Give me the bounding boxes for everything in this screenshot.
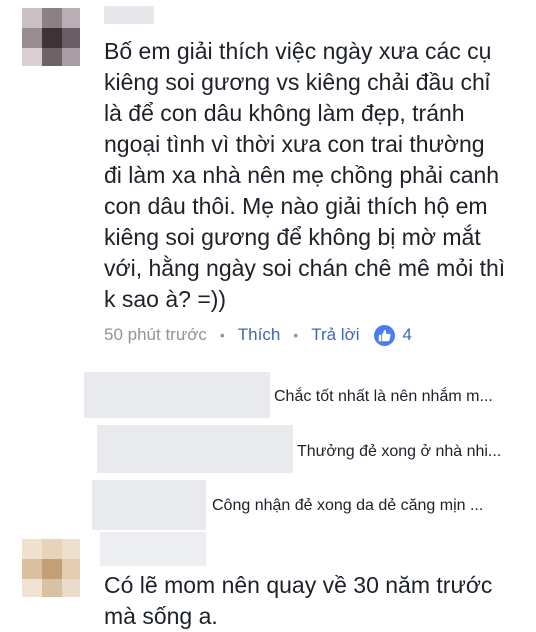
commenter-name-redacted [104,6,154,24]
thumbs-up-icon[interactable] [373,324,395,346]
comment-line: k sao à? =)) [104,286,227,312]
separator-dot: • [293,327,299,343]
comment-line: mà sống a. [104,603,218,629]
separator-dot: • [219,327,225,343]
reply-author-redacted [97,425,293,473]
last-comment-body: Có lẽ mom nên quay về 30 năm trước mà số… [104,570,524,632]
comment-line: đi làm xa nhà nên mẹ chồng phải canh [104,162,500,188]
reply-author-redacted [84,372,270,418]
commenter-avatar[interactable] [22,8,80,66]
reply-preview[interactable]: Thưởng đẻ xong ở nhà nhi... [297,443,501,461]
comment-timestamp[interactable]: 50 phút trước [104,325,207,345]
comment-line: với, hằng ngày soi chán chê mê mỏi thì [104,255,506,281]
like-count[interactable]: 4 [403,325,412,345]
like-button[interactable]: Thích [238,325,281,345]
comment-line: là để con dâu không làm đẹp, tránh [104,100,465,126]
commenter-avatar[interactable] [22,539,80,597]
reply-preview[interactable]: Công nhận đẻ xong da dẻ căng mịn ... [212,497,483,515]
comment-line: ngoại tình vì thời xưa con trai thường [104,131,485,157]
reply-preview[interactable]: Chắc tốt nhất là nên nhắm m... [274,388,493,406]
reply-author-redacted [92,480,206,530]
commenter-name-redacted [100,532,206,566]
comment-line: kiêng soi gương vs kiêng chải đầu chỉ [104,69,490,95]
comment-body: Bố em giải thích việc ngày xưa các cụ ki… [104,36,528,315]
comment-line: Có lẽ mom nên quay về 30 năm trước [104,572,493,598]
comment-line: Bố em giải thích việc ngày xưa các cụ [104,38,492,64]
comment-actions: 50 phút trước • Thích • Trả lời 4 [104,322,524,348]
comment-line: kiêng soi gương để không bị mờ mắt [104,224,481,250]
reply-button[interactable]: Trả lời [311,325,359,345]
comment-line: con dâu thôi. Mẹ nào giải thích hộ em [104,193,488,219]
